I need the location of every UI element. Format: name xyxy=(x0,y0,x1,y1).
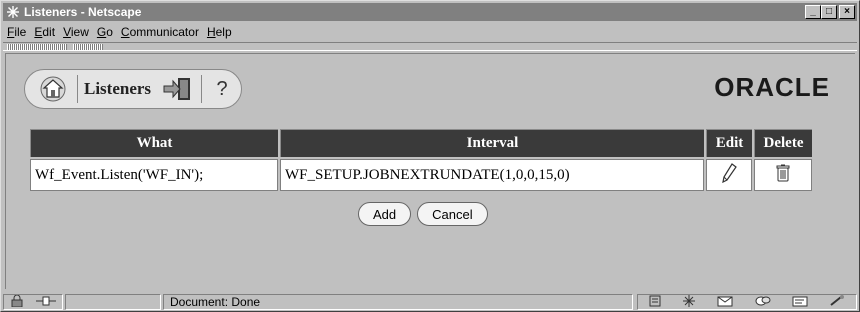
browser-window: Listeners - Netscape _ □ × File Edit Vie… xyxy=(0,0,860,312)
status-bar: Document: Done xyxy=(3,293,857,311)
menu-help[interactable]: Help xyxy=(207,25,232,39)
navigator-icon[interactable] xyxy=(649,295,661,310)
page-title: Listeners xyxy=(84,79,152,98)
menu-view[interactable]: View xyxy=(63,25,89,39)
pencil-icon[interactable] xyxy=(721,162,737,187)
edit-cell[interactable] xyxy=(706,159,752,191)
tools-icon[interactable] xyxy=(829,294,845,310)
component-bar xyxy=(637,294,857,310)
add-button[interactable]: Add xyxy=(358,202,412,226)
delete-cell[interactable] xyxy=(754,159,812,191)
listeners-table: What Interval Edit Delete Wf_Event.Liste… xyxy=(28,127,814,193)
security-indicators xyxy=(3,294,63,310)
toolbar-grip-tab[interactable] xyxy=(7,44,67,50)
menu-file[interactable]: File xyxy=(7,25,26,39)
toolbar-divider xyxy=(77,75,78,103)
toolbar-grip[interactable] xyxy=(3,42,857,51)
close-button[interactable]: × xyxy=(839,5,855,19)
netscape-icon xyxy=(5,4,21,20)
status-text: Document: Done xyxy=(163,294,633,310)
composer-icon[interactable] xyxy=(792,295,808,310)
cell-what: Wf_Event.Listen('WF_IN'); xyxy=(30,159,278,191)
cell-interval: WF_SETUP.JOBNEXTRUNDATE(1,0,0,15,0) xyxy=(280,159,704,191)
table-row: Wf_Event.Listen('WF_IN'); WF_SETUP.JOBNE… xyxy=(30,159,812,191)
home-icon[interactable] xyxy=(35,73,71,105)
form-actions: Add Cancel xyxy=(358,202,488,226)
navigation-toolbar: Listeners ? xyxy=(24,69,242,109)
lock-icon[interactable] xyxy=(10,294,24,310)
column-header-delete: Delete xyxy=(754,129,812,157)
menu-edit[interactable]: Edit xyxy=(34,25,55,39)
menu-go[interactable]: Go xyxy=(97,25,113,39)
menu-bar: File Edit View Go Communicator Help xyxy=(3,23,857,41)
column-header-what: What xyxy=(30,129,278,157)
column-header-interval: Interval xyxy=(280,129,704,157)
netscape-icon[interactable] xyxy=(682,294,696,311)
trash-icon[interactable] xyxy=(776,164,790,186)
menu-communicator[interactable]: Communicator xyxy=(121,25,199,39)
progress-bar xyxy=(65,294,161,310)
title-bar[interactable]: Listeners - Netscape _ □ × xyxy=(3,3,857,21)
maximize-button[interactable]: □ xyxy=(821,5,837,19)
exit-icon[interactable] xyxy=(159,73,195,105)
oracle-logo: ORACLE xyxy=(714,72,830,102)
toolbar-divider xyxy=(201,75,203,103)
mail-icon[interactable] xyxy=(717,295,733,310)
cancel-button[interactable]: Cancel xyxy=(417,202,488,226)
discussion-icon[interactable] xyxy=(755,295,771,310)
toolbar-grip-tab[interactable] xyxy=(73,44,103,50)
page-content: Listeners ? ORACLE What Interval Edit De… xyxy=(5,53,855,289)
help-icon[interactable]: ? xyxy=(208,75,236,103)
connection-icon xyxy=(36,295,56,309)
minimize-button[interactable]: _ xyxy=(805,5,821,19)
column-header-edit: Edit xyxy=(706,129,752,157)
window-title: Listeners - Netscape xyxy=(24,5,142,19)
